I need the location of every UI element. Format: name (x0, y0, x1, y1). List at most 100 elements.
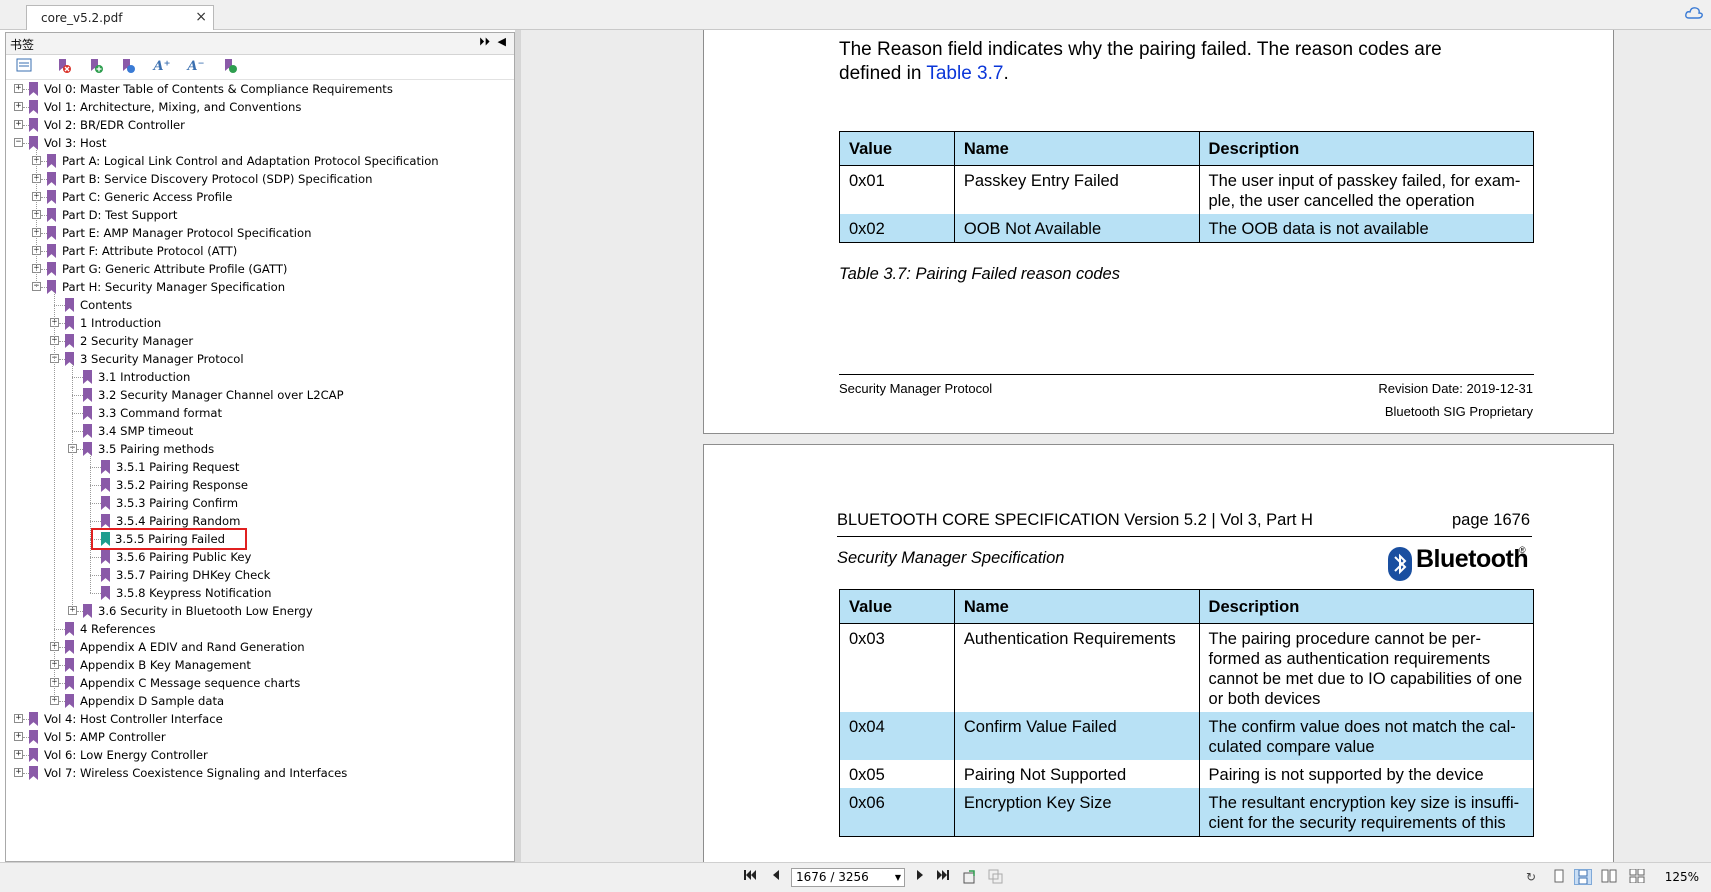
bookmark-label: Vol 3: Host (44, 136, 107, 150)
page-header-title: BLUETOOTH CORE SPECIFICATION Version 5.2… (837, 511, 1313, 529)
value-cell: 0x03 (839, 623, 955, 712)
two-page-continuous-view-icon[interactable] (1628, 868, 1646, 885)
increase-font-icon[interactable]: A⁺ (152, 58, 172, 76)
bookmark-item[interactable]: + Appendix C Message sequence charts (6, 674, 506, 692)
bookmark-item[interactable]: + Vol 7: Wireless Coexistence Signaling a… (6, 764, 506, 782)
bookmark-label: Part H: Security Manager Specification (62, 280, 286, 294)
document-tab[interactable]: core_v5.2.pdf × (26, 5, 214, 30)
bookmark-icon (65, 298, 74, 312)
bookmark-item[interactable]: 3.5.7 Pairing DHKey Check (6, 566, 506, 584)
delete-bookmark-icon[interactable] (54, 58, 74, 76)
go-forward-view-icon[interactable] (988, 869, 1004, 885)
previous-page-icon[interactable] (768, 869, 784, 885)
bookmark-label: 3.5.8 Keypress Notification (116, 586, 272, 600)
expand-icon[interactable]: + (14, 732, 23, 741)
bookmark-item[interactable]: + Appendix A EDIV and Rand Generation (6, 638, 506, 656)
bookmark-label: 3.2 Security Manager Channel over L2CAP (98, 388, 344, 402)
bookmark-item[interactable]: −3.5 Pairing methods (6, 440, 506, 458)
next-page-icon[interactable] (912, 869, 928, 885)
bookmark-item[interactable]: +3.6 Security in Bluetooth Low Energy (6, 602, 506, 620)
document-viewport[interactable]: The Reason field indicates why the pairi… (521, 30, 1711, 862)
footer-section-name: Security Manager Protocol (839, 381, 993, 396)
bookmark-icon (101, 460, 110, 474)
go-back-view-icon[interactable] (962, 869, 978, 885)
zoom-level[interactable]: 125% (1665, 870, 1699, 884)
bookmark-item[interactable]: − Vol 3: Host (6, 134, 506, 152)
bookmark-item[interactable]: + Vol 2: BR/EDR Controller (6, 116, 506, 134)
bookmark-item[interactable]: 3.5.4 Pairing Random (6, 512, 506, 530)
bookmark-icon (83, 604, 92, 618)
bookmark-item[interactable]: 3.1 Introduction (6, 368, 506, 386)
bookmark-icon (65, 334, 74, 348)
decrease-font-icon[interactable]: A⁻ (186, 58, 206, 76)
close-tab-icon[interactable]: × (195, 9, 207, 25)
bookmark-item[interactable]: +1 Introduction (6, 314, 506, 332)
bookmark-item[interactable]: + Vol 1: Architecture, Mixing, and Conven… (6, 98, 506, 116)
bookmark-item[interactable]: 4 References (6, 620, 506, 638)
bookmark-item[interactable]: 3.5.8 Keypress Notification (6, 584, 506, 602)
bookmark-item[interactable]: + Vol 4: Host Controller Interface (6, 710, 506, 728)
bookmark-item[interactable]: Contents (6, 296, 506, 314)
single-page-view-icon[interactable] (1550, 869, 1568, 885)
expand-bookmark-icon[interactable] (118, 58, 138, 76)
bookmark-item[interactable]: 3.5.5 Pairing Failed (6, 528, 506, 550)
bookmark-item[interactable]: + Part E: AMP Manager Protocol Specificat… (6, 224, 506, 242)
expand-icon[interactable]: + (14, 768, 23, 777)
table-3-7-link[interactable]: Table 3.7 (926, 63, 1003, 84)
two-page-view-icon[interactable] (1600, 869, 1618, 885)
bookmark-item[interactable]: + Vol 6: Low Energy Controller (6, 746, 506, 764)
bookmark-icon (83, 406, 92, 420)
bookmark-item[interactable]: −3 Security Manager Protocol (6, 350, 506, 368)
bookmark-item[interactable]: 3.5.1 Pairing Request (6, 458, 506, 476)
value-cell: 0x06 (839, 788, 955, 837)
expand-icon[interactable]: + (14, 714, 23, 723)
panel-collapse-icon[interactable]: ◀ (498, 35, 506, 48)
panel-expand-icon[interactable]: ⏵⏵ (479, 35, 490, 49)
cloud-icon[interactable] (1685, 6, 1703, 20)
bookmark-item[interactable]: + Part G: Generic Attribute Profile (GATT… (6, 260, 506, 278)
bluetooth-icon (1388, 547, 1412, 581)
bookmark-item[interactable]: + Vol 5: AMP Controller (6, 728, 506, 746)
bookmark-icon (65, 694, 74, 708)
add-bookmark-icon[interactable] (86, 58, 106, 76)
bookmark-item[interactable]: 3.2 Security Manager Channel over L2CAP (6, 386, 506, 404)
bookmark-item[interactable]: + Part F: Attribute Protocol (ATT) (6, 242, 506, 260)
bookmark-item[interactable]: + Appendix B Key Management (6, 656, 506, 674)
bookmark-settings-icon[interactable] (220, 58, 240, 76)
bookmark-item[interactable]: 3.5.2 Pairing Response (6, 476, 506, 494)
bookmark-item[interactable]: + Part A: Logical Link Control and Adapta… (6, 152, 506, 170)
bookmark-item[interactable]: + Appendix D Sample data (6, 692, 506, 710)
bookmark-options-icon[interactable] (14, 58, 34, 76)
bookmark-item[interactable]: + Part B: Service Discovery Protocol (SDP… (6, 170, 506, 188)
bookmark-item[interactable]: +2 Security Manager (6, 332, 506, 350)
bookmark-item[interactable]: + Part C: Generic Access Profile (6, 188, 506, 206)
continuous-view-icon[interactable] (1574, 869, 1592, 885)
reason-codes-table-part1: Value Name Description 0x01 Passkey Entry… (839, 131, 1534, 243)
description-cell: Pairing is not supported by the device (1198, 760, 1535, 788)
table-caption: Table 3.7: Pairing Failed reason codes (839, 265, 1120, 283)
expand-icon[interactable]: + (14, 120, 23, 129)
bookmarks-panel-header: 书签 ⏵⏵ ◀ (6, 33, 514, 55)
bookmark-item[interactable]: + Part D: Test Support (6, 206, 506, 224)
bookmark-label: Appendix C Message sequence charts (80, 676, 301, 690)
expand-icon[interactable]: + (14, 84, 23, 93)
bookmark-label: Part D: Test Support (62, 208, 178, 222)
collapse-icon[interactable]: − (14, 138, 23, 147)
first-page-icon[interactable] (742, 869, 758, 885)
bookmark-item[interactable]: 3.4 SMP timeout (6, 422, 506, 440)
expand-icon[interactable]: + (14, 750, 23, 759)
bookmark-item[interactable]: 3.5.3 Pairing Confirm (6, 494, 506, 512)
bookmark-label: Part G: Generic Attribute Profile (GATT) (62, 262, 288, 276)
bookmark-item[interactable]: + Vol 0: Master Table of Contents & Compl… (6, 80, 506, 98)
bookmark-item[interactable]: 3.5.6 Pairing Public Key (6, 548, 506, 566)
bookmark-icon (83, 370, 92, 384)
bookmark-item[interactable]: − Part H: Security Manager Specification (6, 278, 506, 296)
bookmark-label: Appendix D Sample data (80, 694, 225, 708)
rotate-view-icon[interactable]: ↻ (1522, 869, 1540, 885)
last-page-icon[interactable] (935, 869, 951, 885)
bookmark-item[interactable]: 3.3 Command format (6, 404, 506, 422)
expand-icon[interactable]: + (14, 102, 23, 111)
pdf-page-previous: The Reason field indicates why the pairi… (703, 30, 1614, 434)
bookmark-label: 3.5.7 Pairing DHKey Check (116, 568, 271, 582)
page-number-select[interactable]: 1676 / 3256 ▼ (791, 868, 905, 887)
